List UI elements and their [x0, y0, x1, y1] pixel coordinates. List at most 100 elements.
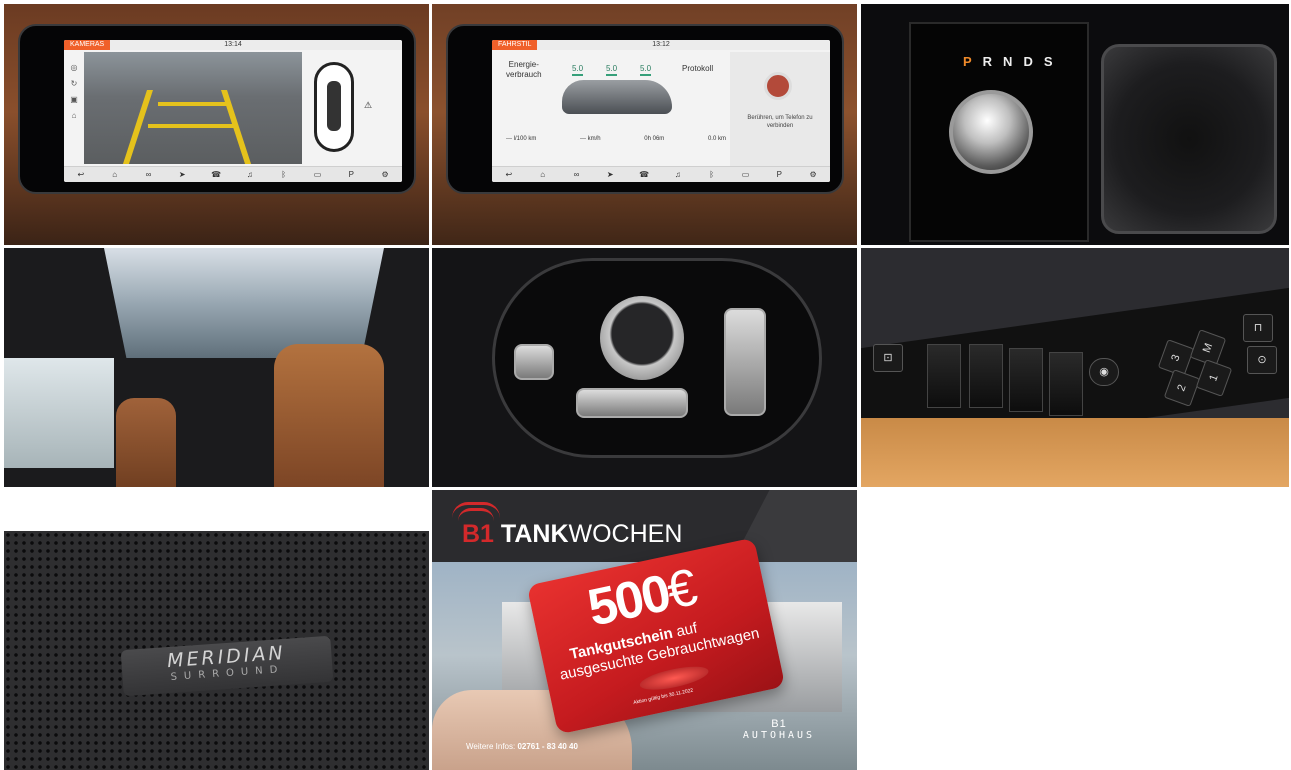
phone-icon[interactable]: ☎: [637, 170, 651, 179]
voucher-fine-print: Aktion gültig bis 30.11.2022: [632, 687, 694, 707]
home-icon[interactable]: ⌂: [536, 170, 550, 179]
settings-icon[interactable]: ⚙: [378, 170, 392, 179]
phone-panel[interactable]: Berühren, um Telefon zu verbinden: [730, 52, 830, 166]
parking-icon[interactable]: P: [772, 170, 786, 179]
score-chip-3[interactable]: 5.0: [640, 64, 652, 76]
bottom-dock: ↩ ⌂ ∞ ➤ ☎ ♫ ᛒ ▭ P ⚙: [492, 166, 830, 182]
gallery-image-meridian-speaker[interactable]: MERIDIAN SURROUND: [4, 531, 429, 770]
camera-mode-icon[interactable]: ▣: [68, 92, 80, 108]
camera-side-icons: ◎ ↻ ▣ ⌂: [68, 60, 80, 124]
gear-rnds: RNDS: [982, 54, 1064, 69]
child-lock-icon: ⊡: [873, 344, 903, 372]
phone-icon[interactable]: ☎: [209, 170, 223, 179]
guide-bar-far: [158, 102, 228, 106]
link-icon[interactable]: ∞: [569, 170, 583, 179]
clock: 13:14: [224, 41, 242, 48]
navigation-icon[interactable]: ➤: [175, 170, 189, 179]
ad-title-b1: B1: [462, 520, 494, 548]
infotainment-screen: KAMERAS 13:14 ◎ ↻ ▣ ⌂ ⚠ ↩ ⌂ ∞ ➤ ☎ ♫ ᛒ ▭ …: [64, 40, 402, 182]
stat-time: 0h 06m: [644, 136, 665, 142]
rotate-icon[interactable]: ↻: [68, 76, 80, 92]
energy-label-line2: verbrauch: [506, 70, 542, 79]
status-bar: FAHRSTIL 13:12: [492, 40, 830, 50]
trip-stats: --- l/100 km --- km/h 0h 06m 0.0 km: [506, 136, 726, 142]
gear-p: P: [963, 54, 983, 69]
infotainment-bezel: FAHRSTIL 13:12 Energie- verbrauch 5.0 5.…: [446, 24, 844, 194]
stat-speed: --- km/h: [579, 136, 601, 142]
stat-distance: 0.0 km: [707, 136, 726, 142]
seat-adjust-dial: [600, 296, 684, 380]
side-window: [4, 358, 114, 468]
stat-consumption: --- l/100 km: [506, 136, 537, 142]
gallery-image-interior-roof[interactable]: [4, 248, 429, 487]
gallery-image-door-switches[interactable]: ⊡ ◉ 3 M 2 1 ⊓ ⊙: [861, 248, 1289, 487]
back-icon[interactable]: ↩: [74, 170, 88, 179]
window-switch-front-left: [927, 344, 961, 408]
score-value-1: 5.0: [572, 64, 584, 76]
back-icon[interactable]: ↩: [502, 170, 516, 179]
rear-seat-left: [116, 398, 176, 487]
rotary-gear-knob: [949, 90, 1033, 174]
autohaus-logo: B1 AUTOHAUS: [724, 718, 834, 741]
energy-label-line1: Energie-: [508, 60, 539, 69]
score-value-2: 5.0: [606, 64, 618, 76]
gallery-image-gear-selector[interactable]: PRNDS: [861, 4, 1289, 245]
phone-connect-icon: [764, 72, 792, 100]
panoramic-roof: [104, 248, 384, 358]
home-icon[interactable]: ⌂: [108, 170, 122, 179]
score-chip-1[interactable]: 5.0: [572, 64, 584, 76]
camera-icon[interactable]: ▭: [738, 170, 752, 179]
window-switch-rear-right: [1049, 352, 1083, 416]
rear-camera-view: [84, 52, 302, 164]
infotainment-bezel: KAMERAS 13:14 ◎ ↻ ▣ ⌂ ⚠ ↩ ⌂ ∞ ➤ ☎ ♫ ᛒ ▭ …: [18, 24, 416, 194]
tow-icon[interactable]: ⌂: [68, 108, 80, 124]
car-top-view: [314, 62, 354, 152]
guide-bar-near: [148, 124, 234, 128]
bottom-dock: ↩ ⌂ ∞ ➤ ☎ ♫ ᛒ ▭ P ⚙: [64, 166, 402, 182]
clock: 13:12: [652, 41, 670, 48]
bluetooth-icon[interactable]: ᛒ: [277, 170, 291, 179]
status-bar: KAMERAS 13:14: [64, 40, 402, 50]
autohaus-b1: B1: [771, 718, 787, 730]
gallery-image-driving-style-screen[interactable]: FAHRSTIL 13:12 Energie- verbrauch 5.0 5.…: [432, 4, 857, 245]
infotainment-screen: FAHRSTIL 13:12 Energie- verbrauch 5.0 5.…: [492, 40, 830, 182]
navigation-icon[interactable]: ➤: [603, 170, 617, 179]
bluetooth-icon[interactable]: ᛒ: [705, 170, 719, 179]
window-switch-front-right: [969, 344, 1003, 408]
image-gallery: KAMERAS 13:14 ◎ ↻ ▣ ⌂ ⚠ ↩ ⌂ ∞ ➤ ☎ ♫ ᛒ ▭ …: [0, 0, 1291, 770]
car-illustration: [562, 80, 672, 114]
phone-hint-text: Berühren, um Telefon zu verbinden: [747, 115, 813, 129]
b1-logo-icon: [452, 502, 500, 518]
view-icon[interactable]: ◎: [68, 60, 80, 76]
mirror-adjust-icon: ◉: [1089, 358, 1119, 386]
protocol-tab[interactable]: Protokoll: [682, 64, 713, 73]
score-value-3: 5.0: [640, 64, 652, 76]
seat-tilt-switch: [724, 308, 766, 416]
energy-consumption-label: Energie- verbrauch: [506, 60, 542, 80]
gallery-image-camera-screen[interactable]: KAMERAS 13:14 ◎ ↻ ▣ ⌂ ⚠ ↩ ⌂ ∞ ➤ ☎ ♫ ᛒ ▭ …: [4, 4, 429, 245]
info-phone: 02761 - 83 40 40: [517, 742, 578, 751]
ad-title: B1 TANKWOCHEN: [462, 520, 682, 549]
info-line: Weitere Infos: 02761 - 83 40 40: [466, 742, 578, 751]
autohaus-name: AUTOHAUS: [742, 730, 816, 741]
voucher-podium: [638, 662, 711, 695]
front-seat-headrest: [274, 344, 384, 487]
media-icon[interactable]: ♫: [671, 170, 685, 179]
link-icon[interactable]: ∞: [141, 170, 155, 179]
unlock-icon: ⊓: [1243, 314, 1273, 342]
score-chip-2[interactable]: 5.0: [606, 64, 618, 76]
seat-base-switch: [576, 388, 688, 418]
info-label: Weitere Infos:: [466, 742, 518, 751]
media-icon[interactable]: ♫: [243, 170, 257, 179]
parking-icon[interactable]: P: [344, 170, 358, 179]
cup-holder: [1101, 44, 1277, 234]
window-switch-rear-left: [1009, 348, 1043, 412]
car-icon: [327, 81, 341, 131]
gallery-image-seat-controls[interactable]: [432, 248, 857, 487]
backrest-switch: [514, 344, 554, 380]
camera-icon[interactable]: ▭: [310, 170, 324, 179]
warning-icon[interactable]: ⚠: [364, 100, 372, 111]
settings-icon[interactable]: ⚙: [806, 170, 820, 179]
ad-title-tank: TANK: [500, 520, 569, 548]
gallery-image-promo-ad[interactable]: B1 TANKWOCHEN 500€ Tankgutschein auf aus…: [432, 490, 857, 770]
